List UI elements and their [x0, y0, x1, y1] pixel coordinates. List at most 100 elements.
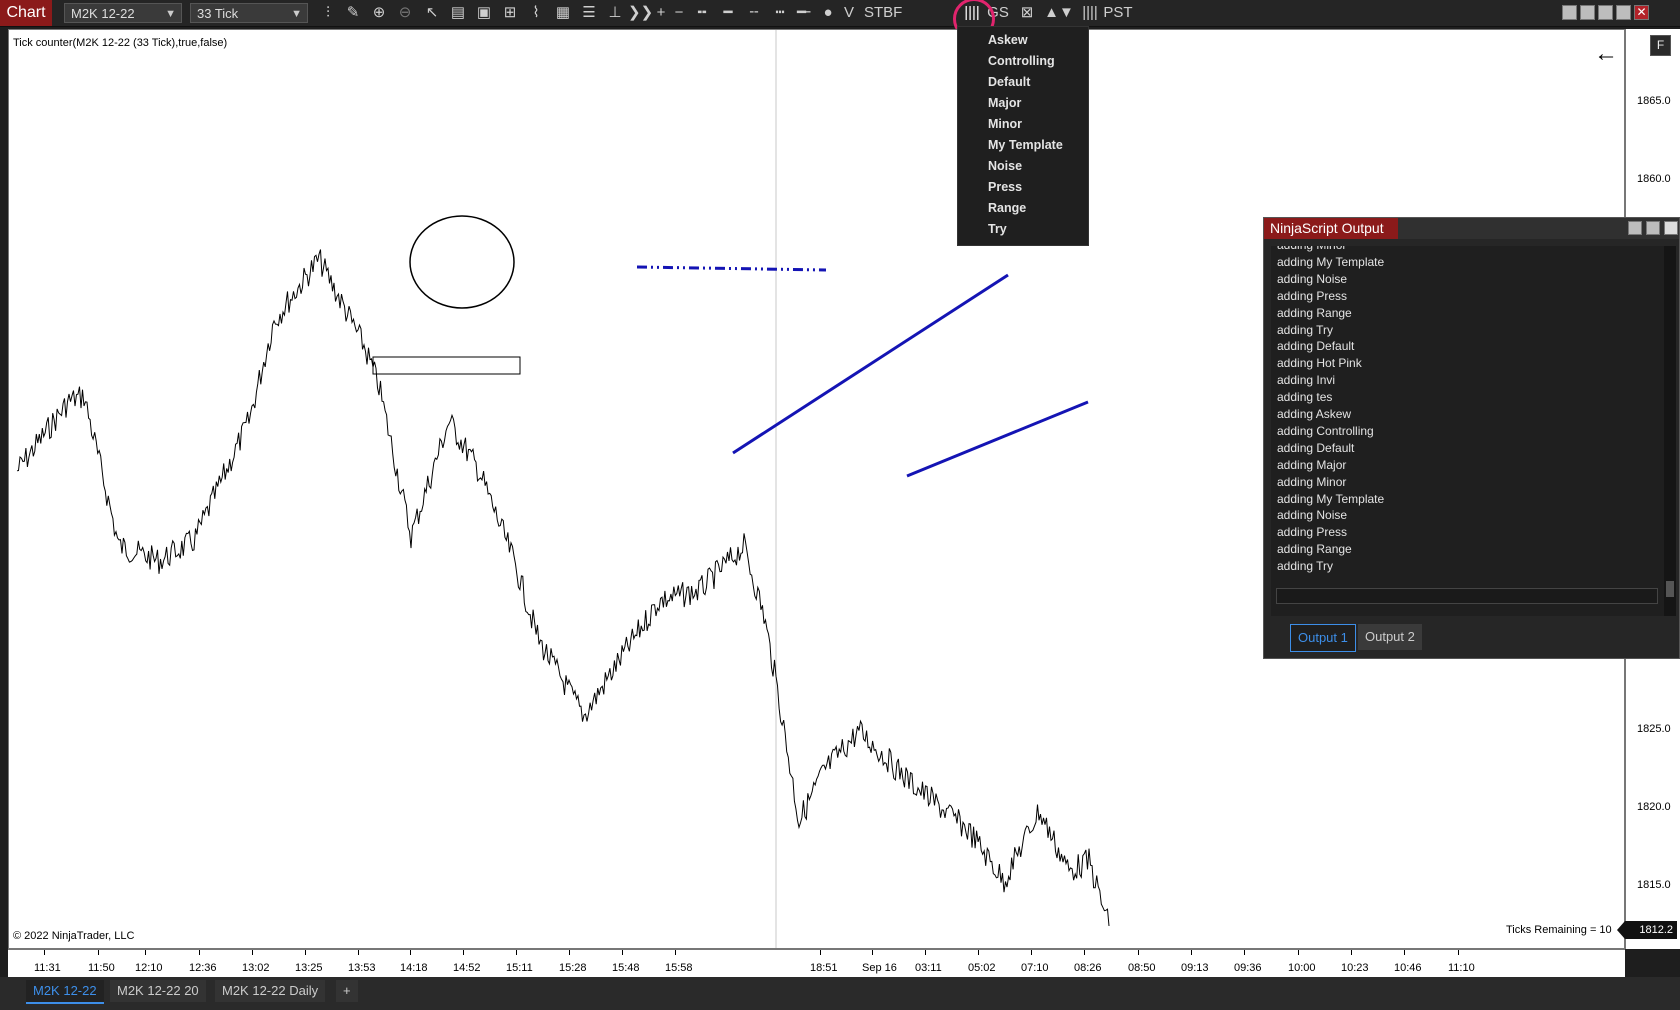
price-label: 1825.0 — [1637, 723, 1671, 735]
menu-item-press[interactable]: Press — [988, 180, 1022, 194]
time-label: 12:36 — [189, 962, 217, 974]
f-button[interactable]: F — [1650, 35, 1671, 56]
scroll-right-icon[interactable]: ❯❯ — [628, 3, 653, 23]
output-line: adding Default — [1277, 339, 1355, 354]
menu-item-default[interactable]: Default — [988, 75, 1030, 89]
time-label: Sep 16 — [862, 962, 897, 974]
output-line: adding Major — [1277, 457, 1347, 472]
menu-item-minor[interactable]: Minor — [988, 117, 1022, 131]
time-tick — [1244, 950, 1245, 955]
indicators-icon[interactable]: ⊞ — [502, 3, 518, 23]
time-tick — [1458, 950, 1459, 955]
time-tick — [872, 950, 873, 955]
output-line: adding Try — [1277, 322, 1334, 337]
output-line: adding Default — [1277, 440, 1355, 455]
time-label: 11:10 — [1448, 962, 1475, 974]
menu-item-askew[interactable]: Askew — [988, 33, 1028, 47]
time-tick — [305, 950, 306, 955]
dash-dot-line-drawing — [636, 265, 827, 272]
time-tick — [925, 950, 926, 955]
minus-icon[interactable]: − — [672, 3, 686, 23]
tab-m2k-12-22[interactable]: M2K 12-22 — [26, 980, 104, 1004]
menu-item-my-template[interactable]: My Template — [988, 138, 1063, 152]
iv-icon[interactable]: ⊠ — [1018, 3, 1036, 23]
zoom-out-icon[interactable]: ⊖ — [397, 3, 413, 23]
time-tick — [675, 950, 676, 955]
window-button-2[interactable] — [1580, 5, 1595, 20]
order-line-icon[interactable]: ⊥ — [607, 3, 623, 23]
dash-style-icon[interactable]: ╍ — [693, 3, 711, 23]
time-tick — [622, 950, 623, 955]
close-button[interactable]: ✕ — [1634, 5, 1649, 20]
plus-icon[interactable]: + — [654, 3, 668, 23]
time-label: 05:02 — [968, 962, 996, 974]
list-icon[interactable]: ☰ — [581, 3, 597, 23]
time-tick — [1351, 950, 1352, 955]
chevron-down-icon: ▼ — [165, 8, 176, 20]
stbf-button[interactable]: STBF — [864, 3, 902, 23]
chart-properties-icon[interactable]: ▣ — [476, 3, 492, 23]
rectangle-drawing — [372, 356, 521, 375]
ns-output-text[interactable]: adding Minor adding My Template adding Noi… — [1271, 246, 1669, 616]
price-label: 1865.0 — [1637, 95, 1671, 107]
ticks-remaining: Ticks Remaining = 10 — [1506, 924, 1612, 936]
ns-maximize-button[interactable] — [1646, 221, 1660, 235]
templates-icon[interactable]: ▦ — [555, 3, 571, 23]
output-line: adding Invi — [1277, 373, 1336, 388]
output-line: adding Press — [1277, 288, 1348, 303]
maximize-button[interactable] — [1616, 5, 1631, 20]
window-button-1[interactable] — [1562, 5, 1577, 20]
v-button[interactable]: V — [843, 3, 855, 23]
dotted-line-icon[interactable]: ┅ — [771, 3, 789, 23]
add-tab-button[interactable]: + — [336, 980, 358, 1002]
line-icon[interactable]: ━ — [719, 3, 737, 23]
pencil-icon[interactable]: ✎ — [345, 3, 361, 23]
menu-item-noise[interactable]: Noise — [988, 159, 1022, 173]
time-tick — [820, 950, 821, 955]
instrument-selector[interactable]: M2K 12-22 ▼ — [64, 3, 182, 23]
time-tick — [199, 950, 200, 955]
dashed-line-icon[interactable]: ╌ — [745, 3, 763, 23]
pst-button[interactable]: PST — [1103, 3, 1133, 23]
tab-m2k-12-22-20[interactable]: M2K 12-22 20 — [110, 980, 206, 1002]
instrument-value: M2K 12-22 — [71, 6, 135, 21]
time-tick — [1298, 950, 1299, 955]
tab-output-2[interactable]: Output 2 — [1358, 624, 1422, 650]
time-tick — [1031, 950, 1032, 955]
time-tick — [1404, 950, 1405, 955]
time-axis[interactable]: 11:31 11:50 12:10 12:36 13:02 13:25 13:53 14:18… — [8, 949, 1625, 977]
menu-item-try[interactable]: Try — [988, 222, 1007, 236]
circle-icon[interactable]: ● — [820, 3, 836, 23]
ns-scrollbar[interactable] — [1664, 246, 1676, 616]
template-dropdown: Askew Controlling Default Major Minor My… — [957, 26, 1089, 246]
time-tick — [569, 950, 570, 955]
minimize-button[interactable] — [1598, 5, 1613, 20]
ns-input-field[interactable] — [1276, 588, 1658, 604]
pointer-icon[interactable]: ↖ — [424, 3, 440, 23]
output-line: adding Press — [1277, 525, 1348, 540]
time-label: 14:18 — [400, 962, 428, 974]
ns-scroll-thumb[interactable] — [1666, 581, 1674, 597]
bars-icon[interactable]: |||| — [1081, 3, 1099, 23]
strategies-icon[interactable]: ⌇ — [528, 3, 544, 23]
current-price-marker: 1812.2 — [1617, 921, 1677, 939]
dash-dot-line-icon[interactable]: ━╴ — [797, 3, 815, 23]
menu-item-controlling[interactable]: Controlling — [988, 54, 1055, 68]
time-label: 12:10 — [135, 962, 163, 974]
output-line: adding Askew — [1277, 407, 1352, 421]
zoom-in-icon[interactable]: ⊕ — [371, 3, 387, 23]
menu-item-range[interactable]: Range — [988, 201, 1026, 215]
chart-toolbar: Chart M2K 12-22 ▼ 33 Tick ▼ ⫶ ✎ ⊕ ⊖ ↖ ▤ … — [0, 0, 1680, 27]
bar-type-icon[interactable]: ⫶ — [320, 3, 336, 23]
output-line: adding Minor — [1277, 474, 1347, 489]
up-down-arrows-icon[interactable]: ▲▼ — [1044, 3, 1074, 23]
data-box-icon[interactable]: ▤ — [450, 3, 466, 23]
interval-selector[interactable]: 33 Tick ▼ — [190, 3, 308, 23]
price-label: 1820.0 — [1637, 801, 1671, 813]
ns-minimize-button[interactable] — [1628, 221, 1642, 235]
tab-output-1[interactable]: Output 1 — [1290, 624, 1356, 652]
ns-close-button[interactable] — [1664, 221, 1678, 235]
chart-tab[interactable]: Chart — [0, 0, 52, 26]
menu-item-major[interactable]: Major — [988, 96, 1021, 110]
tab-m2k-12-22-daily[interactable]: M2K 12-22 Daily — [215, 980, 326, 1002]
